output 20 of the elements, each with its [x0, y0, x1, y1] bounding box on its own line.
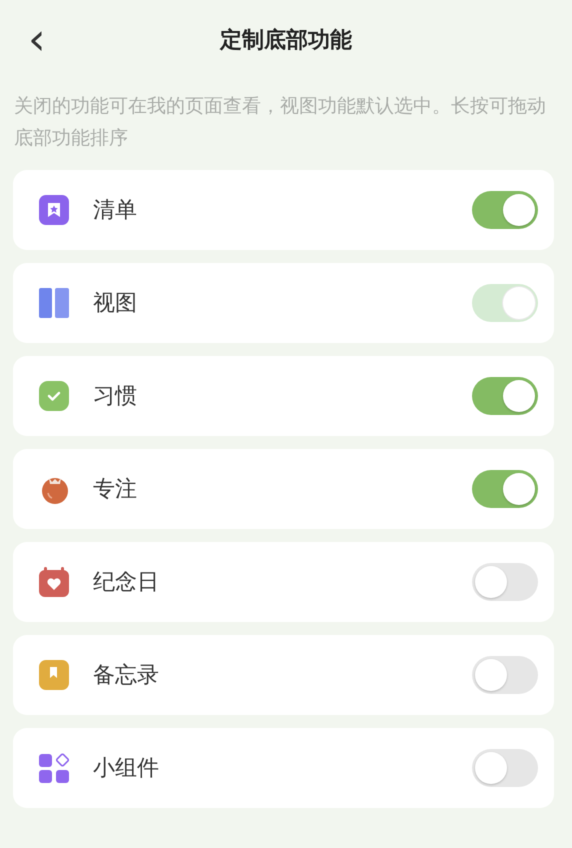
feature-label: 习惯 — [93, 383, 138, 411]
feature-label: 小组件 — [93, 755, 160, 783]
bookmark-icon — [39, 660, 69, 690]
toggle-switch[interactable] — [472, 191, 538, 229]
feature-label: 备忘录 — [93, 662, 160, 690]
toggle-switch[interactable] — [472, 470, 538, 508]
toggle-switch[interactable] — [472, 377, 538, 415]
check-icon — [39, 381, 69, 411]
feature-label: 专注 — [93, 476, 138, 504]
toggle-switch[interactable] — [472, 563, 538, 601]
toggle-switch[interactable] — [472, 656, 538, 694]
page-title: 定制底部功能 — [220, 26, 352, 55]
feature-label: 清单 — [93, 197, 138, 225]
feature-label: 视图 — [93, 290, 138, 318]
description-text: 关闭的功能可在我的页面查看，视图功能默认选中。长按可拖动底部功能排序 — [14, 94, 547, 151]
back-button[interactable]: ‹ — [22, 20, 52, 60]
toggle-switch[interactable] — [472, 749, 538, 787]
widgets-icon — [39, 753, 69, 783]
columns-icon — [39, 288, 69, 318]
feature-label: 纪念日 — [93, 569, 160, 597]
